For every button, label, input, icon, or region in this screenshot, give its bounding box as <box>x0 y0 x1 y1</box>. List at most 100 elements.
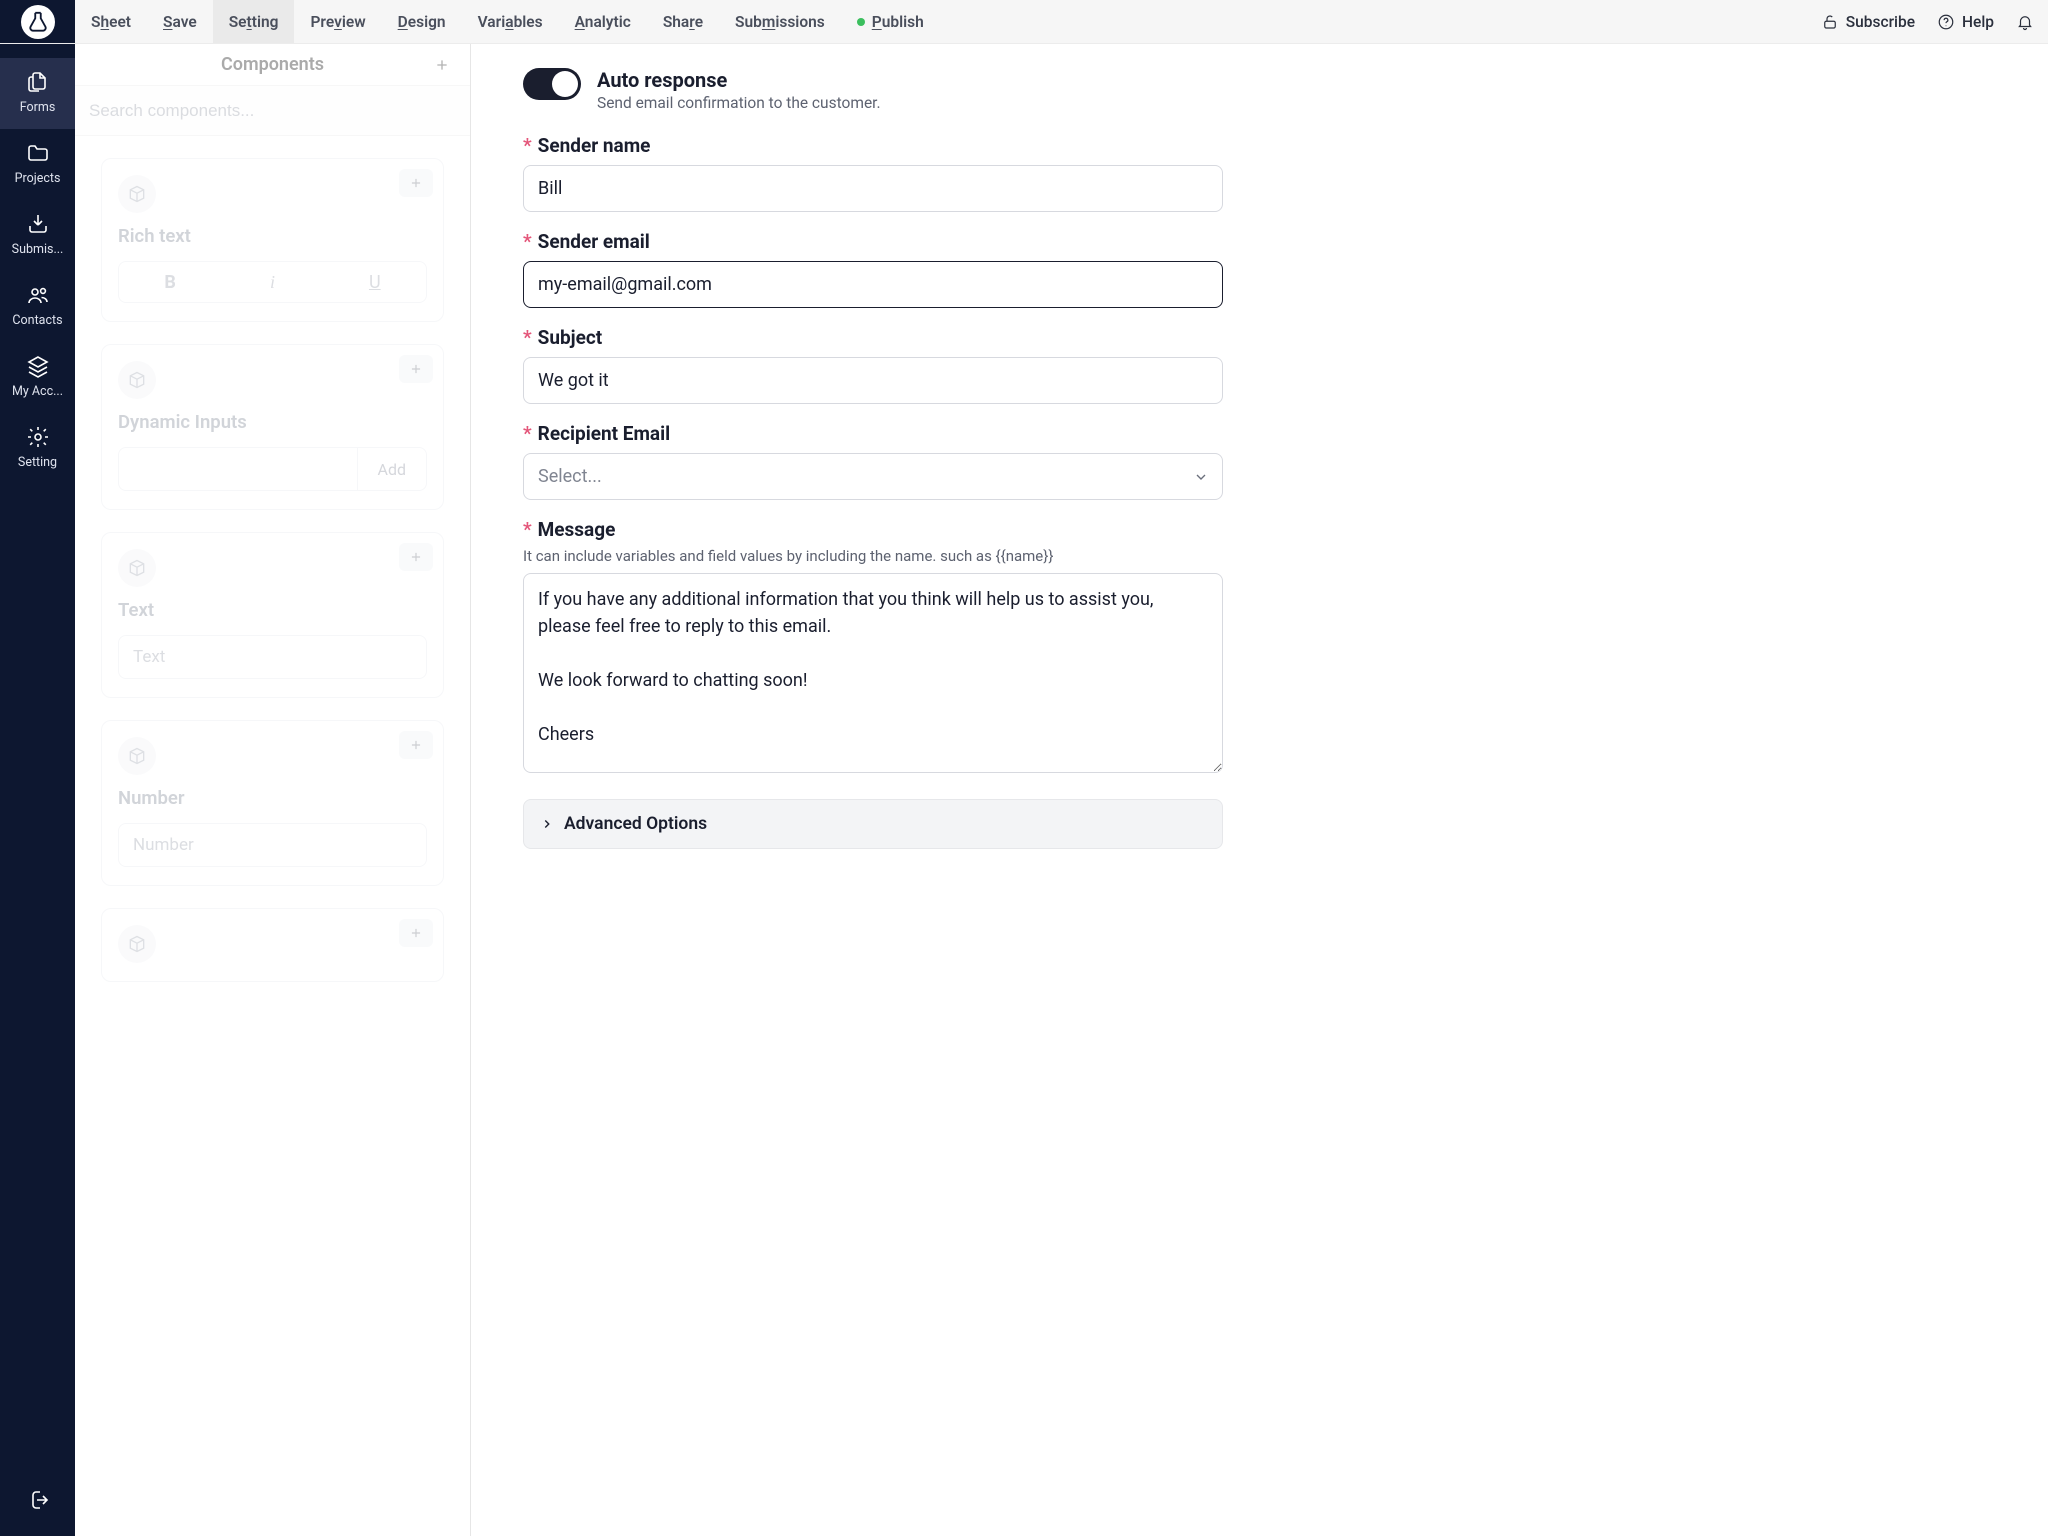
message-textarea[interactable] <box>523 573 1223 773</box>
menu-design[interactable]: Design <box>382 0 462 43</box>
left-rail: Forms Projects Submis... Contacts My Acc… <box>0 44 75 1536</box>
components-search-input[interactable] <box>89 101 456 121</box>
rich-text-format-row: B i U <box>118 261 427 303</box>
dynamic-add-button[interactable]: Add <box>357 448 426 490</box>
card-title: Dynamic Inputs <box>118 411 427 433</box>
component-card-dynamic-inputs: Dynamic Inputs Add <box>101 344 444 510</box>
topbar-right: Subscribe Help <box>1821 0 2034 43</box>
cube-icon <box>118 361 156 399</box>
subscribe-label: Subscribe <box>1846 13 1915 31</box>
sender-email-input[interactable] <box>523 261 1223 308</box>
menu-preview[interactable]: Preview <box>294 0 381 43</box>
component-card-number: Number Number <box>101 720 444 886</box>
component-card-text: Text Text <box>101 532 444 698</box>
component-card-more <box>101 908 444 982</box>
bold-button[interactable]: B <box>119 262 221 302</box>
plus-icon <box>434 57 450 73</box>
flask-logo-icon <box>21 5 55 39</box>
plus-icon <box>409 550 423 564</box>
number-preview-input[interactable]: Number <box>118 823 427 867</box>
card-title: Number <box>118 787 427 809</box>
inbox-download-icon <box>26 212 50 236</box>
italic-button[interactable]: i <box>221 262 323 302</box>
settings-panel[interactable]: Auto response Send email confirmation to… <box>471 44 2048 1536</box>
cube-icon <box>118 175 156 213</box>
chevron-right-icon <box>540 817 554 831</box>
card-add-button[interactable] <box>399 355 433 383</box>
menu-save[interactable]: Save <box>147 0 213 43</box>
menu-submissions[interactable]: Submissions <box>719 0 841 43</box>
rail-my-account[interactable]: My Acc... <box>0 342 75 413</box>
card-add-button[interactable] <box>399 731 433 759</box>
components-header: Components <box>75 44 470 86</box>
required-marker: * <box>523 230 532 253</box>
required-marker: * <box>523 422 532 445</box>
unlock-icon <box>1821 13 1839 31</box>
advanced-options-label: Advanced Options <box>564 814 707 834</box>
rail-setting-label: Setting <box>18 455 57 470</box>
files-icon <box>26 70 50 94</box>
field-recipient-email: * Recipient Email Select... <box>523 422 1996 500</box>
auto-response-toggle[interactable] <box>523 68 581 100</box>
cube-icon <box>118 549 156 587</box>
menu-analytic[interactable]: Analytic <box>559 0 647 43</box>
rail-forms[interactable]: Forms <box>0 58 75 129</box>
users-icon <box>26 283 50 307</box>
required-marker: * <box>523 326 532 349</box>
required-marker: * <box>523 518 532 541</box>
field-sender-email: * Sender email <box>523 230 1996 308</box>
rail-projects-label: Projects <box>15 171 61 186</box>
auto-response-row: Auto response Send email confirmation to… <box>523 68 1996 112</box>
card-add-button[interactable] <box>399 543 433 571</box>
rail-projects[interactable]: Projects <box>0 129 75 200</box>
menu-sheet[interactable]: Sheet <box>75 0 147 43</box>
brand-logo-cell[interactable] <box>0 0 75 43</box>
subscribe-button[interactable]: Subscribe <box>1821 13 1915 31</box>
help-label: Help <box>1962 13 1994 31</box>
sender-name-label: Sender name <box>538 134 651 157</box>
logout-icon <box>26 1488 50 1512</box>
text-preview-input[interactable]: Text <box>118 635 427 679</box>
rail-forms-label: Forms <box>20 100 56 115</box>
menu-publish[interactable]: Publish <box>841 0 940 43</box>
card-add-button[interactable] <box>399 919 433 947</box>
plus-icon <box>409 362 423 376</box>
rail-contacts[interactable]: Contacts <box>0 271 75 342</box>
components-panel: Components Rich text B i U <box>75 44 471 1536</box>
dynamic-input-field[interactable] <box>119 448 357 490</box>
subject-label: Subject <box>538 326 603 349</box>
auto-response-desc: Send email confirmation to the customer. <box>597 94 881 112</box>
toggle-knob <box>552 71 578 97</box>
plus-icon <box>409 926 423 940</box>
message-help-text: It can include variables and field value… <box>523 547 1996 565</box>
message-label: Message <box>538 518 616 541</box>
menu-share[interactable]: Share <box>647 0 719 43</box>
field-sender-name: *Sender name <box>523 134 1996 212</box>
bell-icon <box>2016 13 2034 31</box>
components-list[interactable]: Rich text B i U Dynamic Inputs Add <box>75 136 470 1536</box>
sender-name-input[interactable] <box>523 165 1223 212</box>
rail-logout[interactable] <box>26 1488 50 1516</box>
underline-button[interactable]: U <box>324 262 426 302</box>
folder-icon <box>26 141 50 165</box>
menu-setting[interactable]: Setting <box>213 0 295 43</box>
dynamic-input-row: Add <box>118 447 427 491</box>
rail-submissions[interactable]: Submis... <box>0 200 75 271</box>
cube-icon <box>118 737 156 775</box>
cube-icon <box>118 925 156 963</box>
menu-variables[interactable]: Variables <box>462 0 559 43</box>
advanced-options-toggle[interactable]: Advanced Options <box>523 799 1223 849</box>
recipient-email-select[interactable]: Select... <box>523 453 1223 500</box>
help-button[interactable]: Help <box>1937 13 1994 31</box>
subject-input[interactable] <box>523 357 1223 404</box>
card-title: Rich text <box>118 225 427 247</box>
rail-setting[interactable]: Setting <box>0 413 75 484</box>
rail-account-label: My Acc... <box>12 384 63 399</box>
card-add-button[interactable] <box>399 169 433 197</box>
field-subject: * Subject <box>523 326 1996 404</box>
components-add-button[interactable] <box>430 53 454 77</box>
notifications-button[interactable] <box>2016 13 2034 31</box>
sender-email-label: Sender email <box>538 230 650 253</box>
component-card-rich-text: Rich text B i U <box>101 158 444 322</box>
recipient-email-label: Recipient Email <box>538 422 671 445</box>
